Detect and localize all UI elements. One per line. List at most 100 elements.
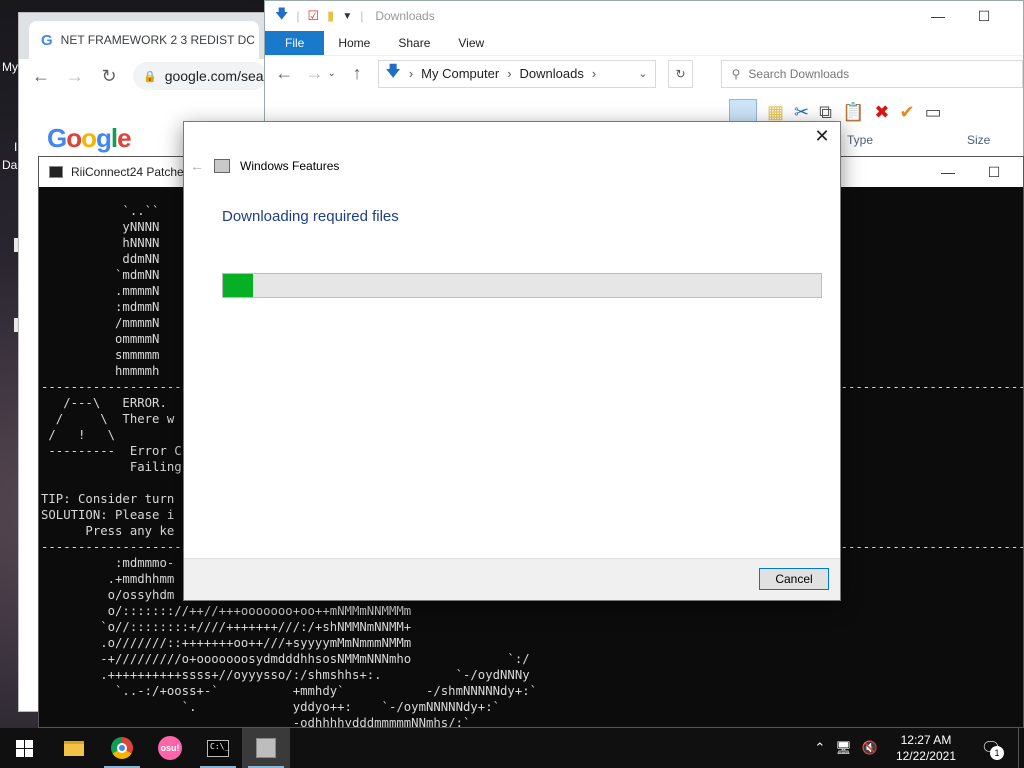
terminal-line: -+/////////o+ooooooosydmdddhhsosNMMmNNNm…	[41, 652, 530, 666]
column-header-type[interactable]: Type	[847, 133, 873, 147]
dialog-heading: Downloading required files	[222, 208, 399, 225]
taskbar-windows-features[interactable]	[242, 728, 290, 768]
windows-features-icon	[256, 738, 276, 758]
back-arrow-icon[interactable]: ←	[275, 63, 294, 84]
windows-features-dialog[interactable]: ✕ ← Windows Features Downloading require…	[183, 121, 841, 601]
desktop-label[interactable]: I	[14, 140, 17, 154]
chrome-tabstrip: G NET FRAMEWORK 2 3 REDIST DC	[19, 13, 267, 59]
close-icon[interactable]: ✕	[812, 126, 832, 147]
address-url: google.com/sear	[164, 68, 267, 84]
minimize-icon[interactable]: —	[915, 1, 961, 31]
download-arrow-icon[interactable]: 🡇	[275, 5, 288, 27]
lock-icon: 🔒	[143, 70, 157, 83]
address-dropdown-icon[interactable]: ⌄	[638, 67, 647, 80]
command-prompt-icon	[49, 166, 63, 178]
recent-locations-chevron-icon[interactable]: ⌄	[328, 68, 336, 79]
network-icon[interactable]: 🖥	[835, 740, 852, 756]
explorer-title: Downloads	[375, 9, 435, 23]
download-progress-bar	[222, 273, 822, 298]
explorer-address-row: ← → ⌄ ↑ 🡇 › My Computer › Downloads › ⌄ …	[265, 55, 1023, 91]
separator: |	[360, 9, 364, 23]
refresh-button[interactable]: ↻	[668, 59, 693, 88]
taskbar-file-explorer[interactable]	[50, 728, 98, 768]
search-icon: ⚲	[731, 66, 741, 81]
new-folder-icon[interactable]: ▮	[327, 8, 334, 24]
terminal-line: -odhhhhydddmmmmmNNmhs/:`	[41, 716, 471, 727]
chevron-up-icon[interactable]: ⌃	[814, 740, 825, 756]
chrome-icon	[111, 737, 133, 759]
logo-letter: G	[47, 123, 67, 153]
terminal-line: `..-:/+ooss+-` +mmhdy` -/shmNNNNNdy+:`	[41, 684, 538, 698]
tab-share[interactable]: Share	[384, 31, 444, 55]
desktop-label[interactable]: Da	[2, 158, 17, 172]
properties-checklist-icon[interactable]: ☑	[308, 8, 320, 24]
customize-toolbar-dropdown-icon[interactable]: ▼	[342, 11, 352, 22]
reload-icon[interactable]: ↻	[99, 66, 119, 87]
layout-icon[interactable]: ▦	[767, 102, 784, 123]
tab-home[interactable]: Home	[324, 31, 384, 55]
clock[interactable]: 12:27 AM 12/22/2021	[888, 732, 964, 764]
back-arrow-icon[interactable]: ←	[31, 66, 51, 87]
logo-letter: g	[96, 123, 112, 153]
maximize-icon[interactable]: ☐	[961, 1, 1007, 31]
breadcrumb-chevron-icon: ›	[591, 66, 597, 81]
up-arrow-icon[interactable]: ↑	[348, 63, 367, 84]
dialog-header: ← Windows Features	[190, 158, 339, 174]
dialog-title: Windows Features	[240, 159, 340, 173]
copy-icon[interactable]: ⧉	[819, 102, 832, 123]
google-logo[interactable]: Google	[47, 123, 132, 154]
tab-file[interactable]: File	[265, 31, 325, 55]
forward-arrow-icon[interactable]: →	[306, 63, 324, 84]
tab-view[interactable]: View	[444, 31, 498, 55]
downloads-folder-icon: 🡇	[385, 63, 401, 80]
clock-time: 12:27 AM	[900, 733, 952, 747]
show-desktop-button[interactable]	[1018, 728, 1024, 768]
paste-icon[interactable]: 📋	[842, 102, 864, 123]
chrome-toolbar: ← → ↻ 🔒 google.com/sear	[19, 59, 267, 93]
separator: |	[296, 9, 300, 23]
cut-icon[interactable]: ✂	[794, 102, 809, 123]
command-prompt-icon: C:\_	[207, 739, 229, 757]
dialog-footer: Cancel	[184, 558, 840, 600]
minimize-icon[interactable]: —	[925, 157, 971, 187]
taskbar: osu! C:\_ ⌃ 🖥 🔇 12:27 AM 12/22/2021 🗨 1	[0, 728, 1024, 768]
progress-fill	[223, 274, 253, 297]
search-input[interactable]: ⚲ Search Downloads	[720, 59, 1023, 88]
breadcrumb-item-my-computer[interactable]: My Computer	[421, 66, 499, 81]
ribbon-tabs: File Home Share View	[265, 31, 1023, 55]
checkmark-icon[interactable]: ✔	[899, 102, 914, 123]
logo-letter: o	[81, 123, 97, 153]
terminal-line: o/::::::://++//+++ooooooo+oo++mNMMmNNMMM…	[41, 604, 412, 618]
breadcrumb-item-downloads[interactable]: Downloads	[520, 66, 584, 81]
start-button[interactable]	[0, 728, 48, 768]
logo-letter: o	[66, 123, 82, 153]
column-header-size[interactable]: Size	[967, 133, 990, 147]
chrome-tab-title: NET FRAMEWORK 2 3 REDIST DC	[60, 33, 255, 47]
breadcrumb-chevron-icon: ›	[408, 66, 414, 81]
taskbar-command-prompt[interactable]: C:\_	[194, 728, 242, 768]
back-arrow-icon[interactable]: ←	[190, 158, 204, 174]
windows-features-icon	[214, 159, 230, 173]
rename-icon[interactable]: ▭	[925, 102, 942, 123]
address-bar[interactable]: 🔒 google.com/sear	[133, 62, 267, 90]
windows-logo-icon	[15, 739, 33, 757]
volume-muted-icon[interactable]: 🔇	[862, 740, 878, 756]
notification-count: 1	[990, 746, 1004, 760]
cancel-button[interactable]: Cancel	[759, 568, 829, 590]
action-center-button[interactable]: 🗨 1	[974, 728, 1008, 768]
taskbar-chrome[interactable]	[98, 728, 146, 768]
terminal-line: .++++++++++ssss+//oyyysso/:/shmshhs+:. `…	[41, 668, 530, 682]
chrome-tab[interactable]: G NET FRAMEWORK 2 3 REDIST DC	[29, 21, 259, 59]
terminal-line: .o///////::+++++++oo++///+syyyymMmNmmmNM…	[41, 636, 412, 650]
search-placeholder: Search Downloads	[748, 66, 850, 81]
forward-arrow-icon[interactable]: →	[65, 66, 85, 87]
breadcrumb[interactable]: 🡇 › My Computer › Downloads › ⌄	[378, 59, 657, 88]
delete-icon[interactable]: ✖	[874, 102, 889, 123]
google-favicon-icon: G	[41, 31, 53, 49]
maximize-icon[interactable]: ☐	[971, 157, 1017, 187]
desktop-label[interactable]: My	[2, 60, 18, 74]
logo-letter: e	[117, 123, 132, 153]
terminal-line: `. yddyo++: `-/oymNNNNNdy+:`	[41, 700, 501, 714]
taskbar-osu[interactable]: osu!	[146, 728, 194, 768]
system-tray: ⌃ 🖥 🔇 12:27 AM 12/22/2021 🗨 1	[814, 728, 1024, 768]
